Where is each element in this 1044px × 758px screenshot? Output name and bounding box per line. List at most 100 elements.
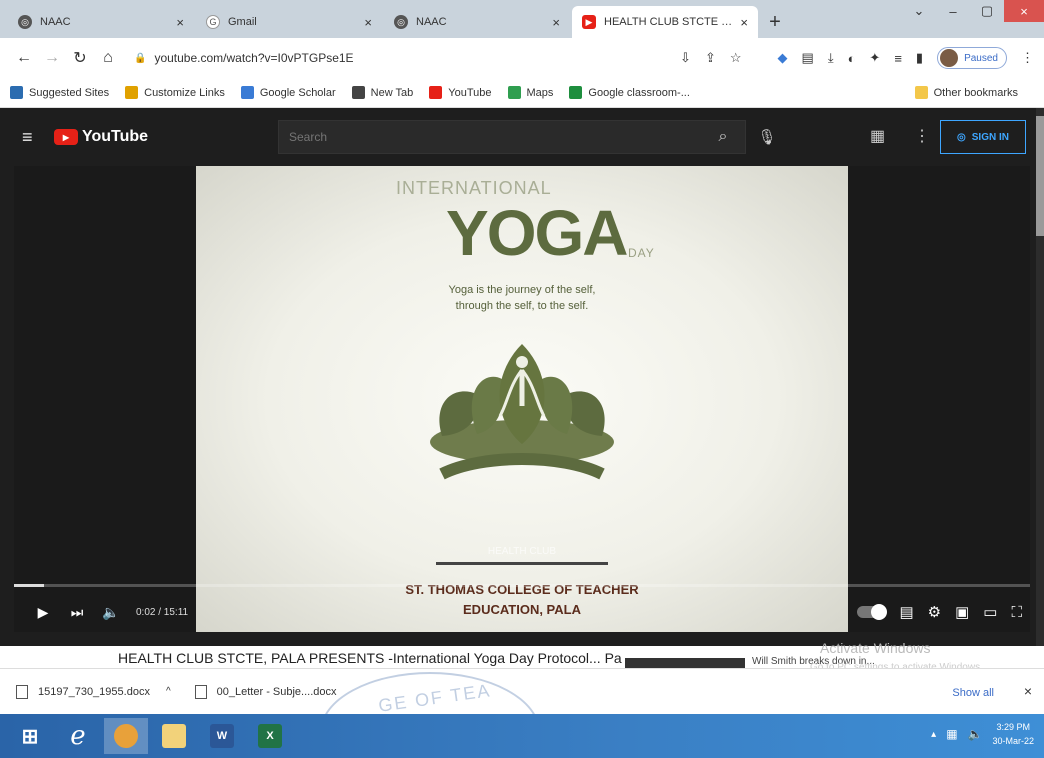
- tab-strip: ◎ NAAC × G Gmail × ◎ NAAC × ▶ HEALTH CLU…: [0, 0, 1044, 38]
- network-icon[interactable]: ▦: [946, 727, 957, 741]
- bookmark-label: New Tab: [370, 86, 414, 99]
- new-tab-button[interactable]: +: [760, 6, 790, 38]
- youtube-logo[interactable]: ▶ YouTube: [54, 128, 148, 146]
- bookmark-maps[interactable]: Maps: [507, 86, 554, 99]
- bookmark-google-classroom[interactable]: Google classroom-...: [569, 86, 690, 99]
- back-arrow-icon[interactable]: ←: [10, 49, 38, 67]
- poster-day: DAY: [628, 246, 655, 260]
- poster-health-club: HEALTH CLUB: [487, 546, 557, 557]
- tab-naac-1[interactable]: ◎ NAAC ×: [8, 6, 194, 38]
- minimize-button[interactable]: –: [936, 0, 970, 22]
- scrollbar-thumb[interactable]: [1036, 116, 1044, 236]
- video-player[interactable]: INTERNATIONAL YOGA DAY Yoga is the journ…: [14, 166, 1030, 632]
- word-icon[interactable]: W: [200, 718, 244, 754]
- bookmark-favicon-icon: [569, 86, 583, 99]
- tray-arrow-icon[interactable]: ▴: [931, 729, 936, 740]
- tab-close-icon[interactable]: ×: [364, 15, 372, 30]
- windows-start-icon[interactable]: ⊞: [8, 718, 52, 754]
- video-title: HEALTH CLUB STCTE, PALA PRESENTS -Intern…: [118, 650, 622, 666]
- excel-icon[interactable]: X: [248, 718, 292, 754]
- maximize-button[interactable]: ▢: [970, 0, 1004, 22]
- tab-close-icon[interactable]: ×: [552, 15, 560, 30]
- close-download-bar-icon[interactable]: ×: [1024, 683, 1032, 699]
- side-panel-icon[interactable]: ▮: [916, 50, 923, 66]
- subtitles-icon[interactable]: ▤: [899, 603, 913, 621]
- bookmark-label: Maps: [526, 86, 554, 99]
- next-icon[interactable]: ⏭: [60, 604, 94, 621]
- bookmark-label: Customize Links: [144, 86, 225, 99]
- suggested-video-thumbnail[interactable]: [625, 658, 745, 668]
- reading-list-icon[interactable]: ≡: [894, 51, 902, 66]
- bookmark-google-scholar[interactable]: Google Scholar: [240, 86, 336, 99]
- sign-in-button[interactable]: ◎ SIGN IN: [940, 120, 1026, 154]
- extension-half-icon[interactable]: ◐: [848, 51, 856, 66]
- profile-button[interactable]: Paused: [937, 47, 1007, 69]
- bookmark-favicon-icon: [125, 86, 139, 99]
- progress-fill: [14, 584, 45, 587]
- show-all-downloads[interactable]: Show all: [952, 687, 994, 699]
- theater-mode-icon[interactable]: ▭: [983, 603, 997, 621]
- tab-title: NAAC: [416, 16, 447, 28]
- clock-date: 30-Mar-22: [992, 736, 1034, 746]
- lock-icon: 🔒: [134, 52, 147, 64]
- video-time: 0:02 / 15:11: [136, 606, 189, 618]
- address-bar[interactable]: 🔒 youtube.com/watch?v=I0vPTGPse1E: [134, 44, 680, 72]
- poster-tagline: Yoga is the journey of the self, through…: [196, 282, 848, 314]
- extension-doc-icon[interactable]: ▤: [802, 50, 814, 66]
- chrome-icon[interactable]: [104, 718, 148, 754]
- tab-close-icon[interactable]: ×: [740, 15, 748, 30]
- autoplay-toggle[interactable]: [857, 604, 888, 620]
- forward-arrow-icon[interactable]: →: [38, 49, 66, 67]
- home-icon[interactable]: ⌂: [94, 49, 122, 67]
- extension-download-icon[interactable]: ⤓: [828, 50, 834, 66]
- bookmark-customize-links[interactable]: Customize Links: [125, 86, 225, 99]
- bookmark-youtube[interactable]: YouTube: [429, 86, 492, 99]
- seal-lettering: GE OF TEA: [377, 680, 493, 716]
- volume-icon[interactable]: 🔈: [94, 604, 128, 621]
- download-item[interactable]: 00_Letter - Subje....docx: [194, 684, 337, 699]
- browser-toolbar: ← → ↻ ⌂ 🔒 youtube.com/watch?v=I0vPTGPse1…: [0, 38, 1044, 78]
- other-bookmarks[interactable]: Other bookmarks: [914, 86, 1018, 99]
- reload-icon[interactable]: ↻: [66, 48, 94, 68]
- extensions-puzzle-icon[interactable]: ✦: [869, 50, 880, 66]
- miniplayer-icon[interactable]: ▣: [955, 603, 969, 621]
- youtube-icon: ▶: [582, 15, 596, 29]
- chevron-up-icon[interactable]: ^: [166, 686, 171, 697]
- extension-scholar-icon[interactable]: ◆: [778, 50, 788, 66]
- install-icon[interactable]: ⇩: [680, 50, 691, 66]
- file-explorer-icon[interactable]: [152, 718, 196, 754]
- video-progress-bar[interactable]: [14, 584, 1030, 587]
- menu-kebab-icon[interactable]: ⋮: [1021, 50, 1034, 66]
- play-icon[interactable]: ▶: [26, 604, 60, 621]
- search-icon[interactable]: ⌕: [700, 120, 746, 154]
- search-input[interactable]: [278, 120, 746, 154]
- microphone-icon[interactable]: 🎙: [750, 120, 784, 154]
- tab-naac-2[interactable]: ◎ NAAC ×: [384, 6, 570, 38]
- window-controls: ⌄ – ▢ ×: [902, 0, 1044, 26]
- bookmark-suggested-sites[interactable]: Suggested Sites: [10, 86, 109, 99]
- poster-divider: [436, 562, 608, 565]
- chevron-down-icon[interactable]: ⌄: [902, 0, 936, 22]
- tab-gmail[interactable]: G Gmail ×: [196, 6, 382, 38]
- bookmark-favicon-icon: [351, 86, 365, 99]
- windows-taskbar: ⊞ e W X ▴ ▦ 🔈 3:29 PM 30-Mar-22: [0, 714, 1044, 758]
- settings-gear-icon[interactable]: ⚙: [928, 603, 941, 621]
- tab-youtube-active[interactable]: ▶ HEALTH CLUB STCTE PALA PRE ×: [572, 6, 758, 38]
- tab-close-icon[interactable]: ×: [176, 15, 184, 30]
- bookmark-new-tab[interactable]: New Tab: [351, 86, 414, 99]
- speaker-icon[interactable]: 🔈: [968, 727, 983, 741]
- settings-kebab-icon[interactable]: ⋮: [914, 126, 930, 146]
- page-scrollbar[interactable]: [1036, 108, 1044, 646]
- download-item[interactable]: 15197_730_1955.docx ^: [16, 684, 171, 699]
- document-icon: [194, 684, 207, 699]
- folder-icon: [914, 86, 928, 99]
- bookmarks-bar: Suggested Sites Customize Links Google S…: [0, 78, 1044, 108]
- star-icon[interactable]: ☆: [730, 50, 742, 66]
- apps-grid-icon[interactable]: ▦: [870, 126, 885, 146]
- fullscreen-icon[interactable]: ⛶: [1011, 604, 1022, 621]
- hamburger-menu-icon[interactable]: ≡: [22, 127, 54, 148]
- close-window-button[interactable]: ×: [1004, 0, 1044, 22]
- share-icon[interactable]: ⇪: [705, 50, 716, 66]
- internet-explorer-icon[interactable]: e: [56, 718, 100, 754]
- clock[interactable]: 3:29 PM 30-Mar-22: [992, 720, 1034, 748]
